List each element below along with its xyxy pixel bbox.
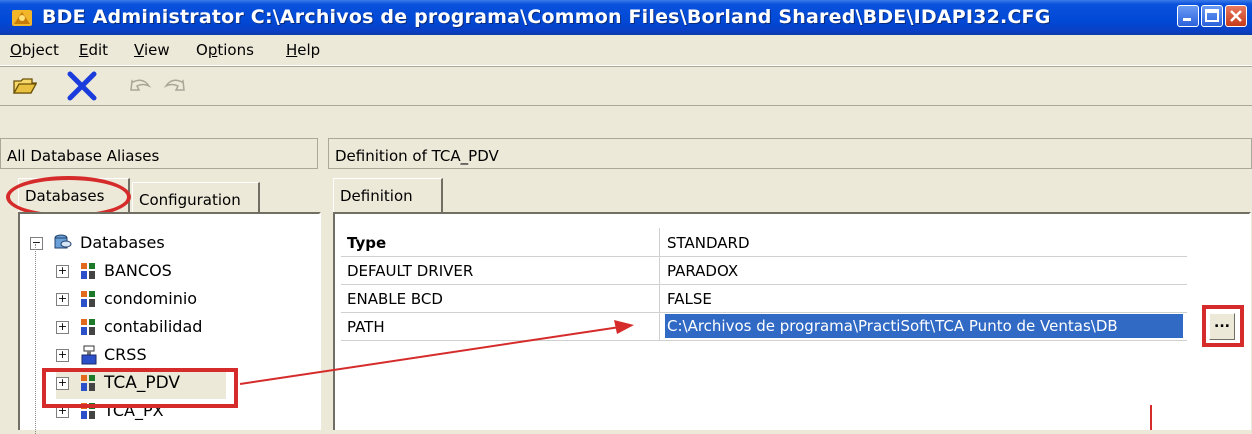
annotation-arrow <box>239 320 1152 430</box>
